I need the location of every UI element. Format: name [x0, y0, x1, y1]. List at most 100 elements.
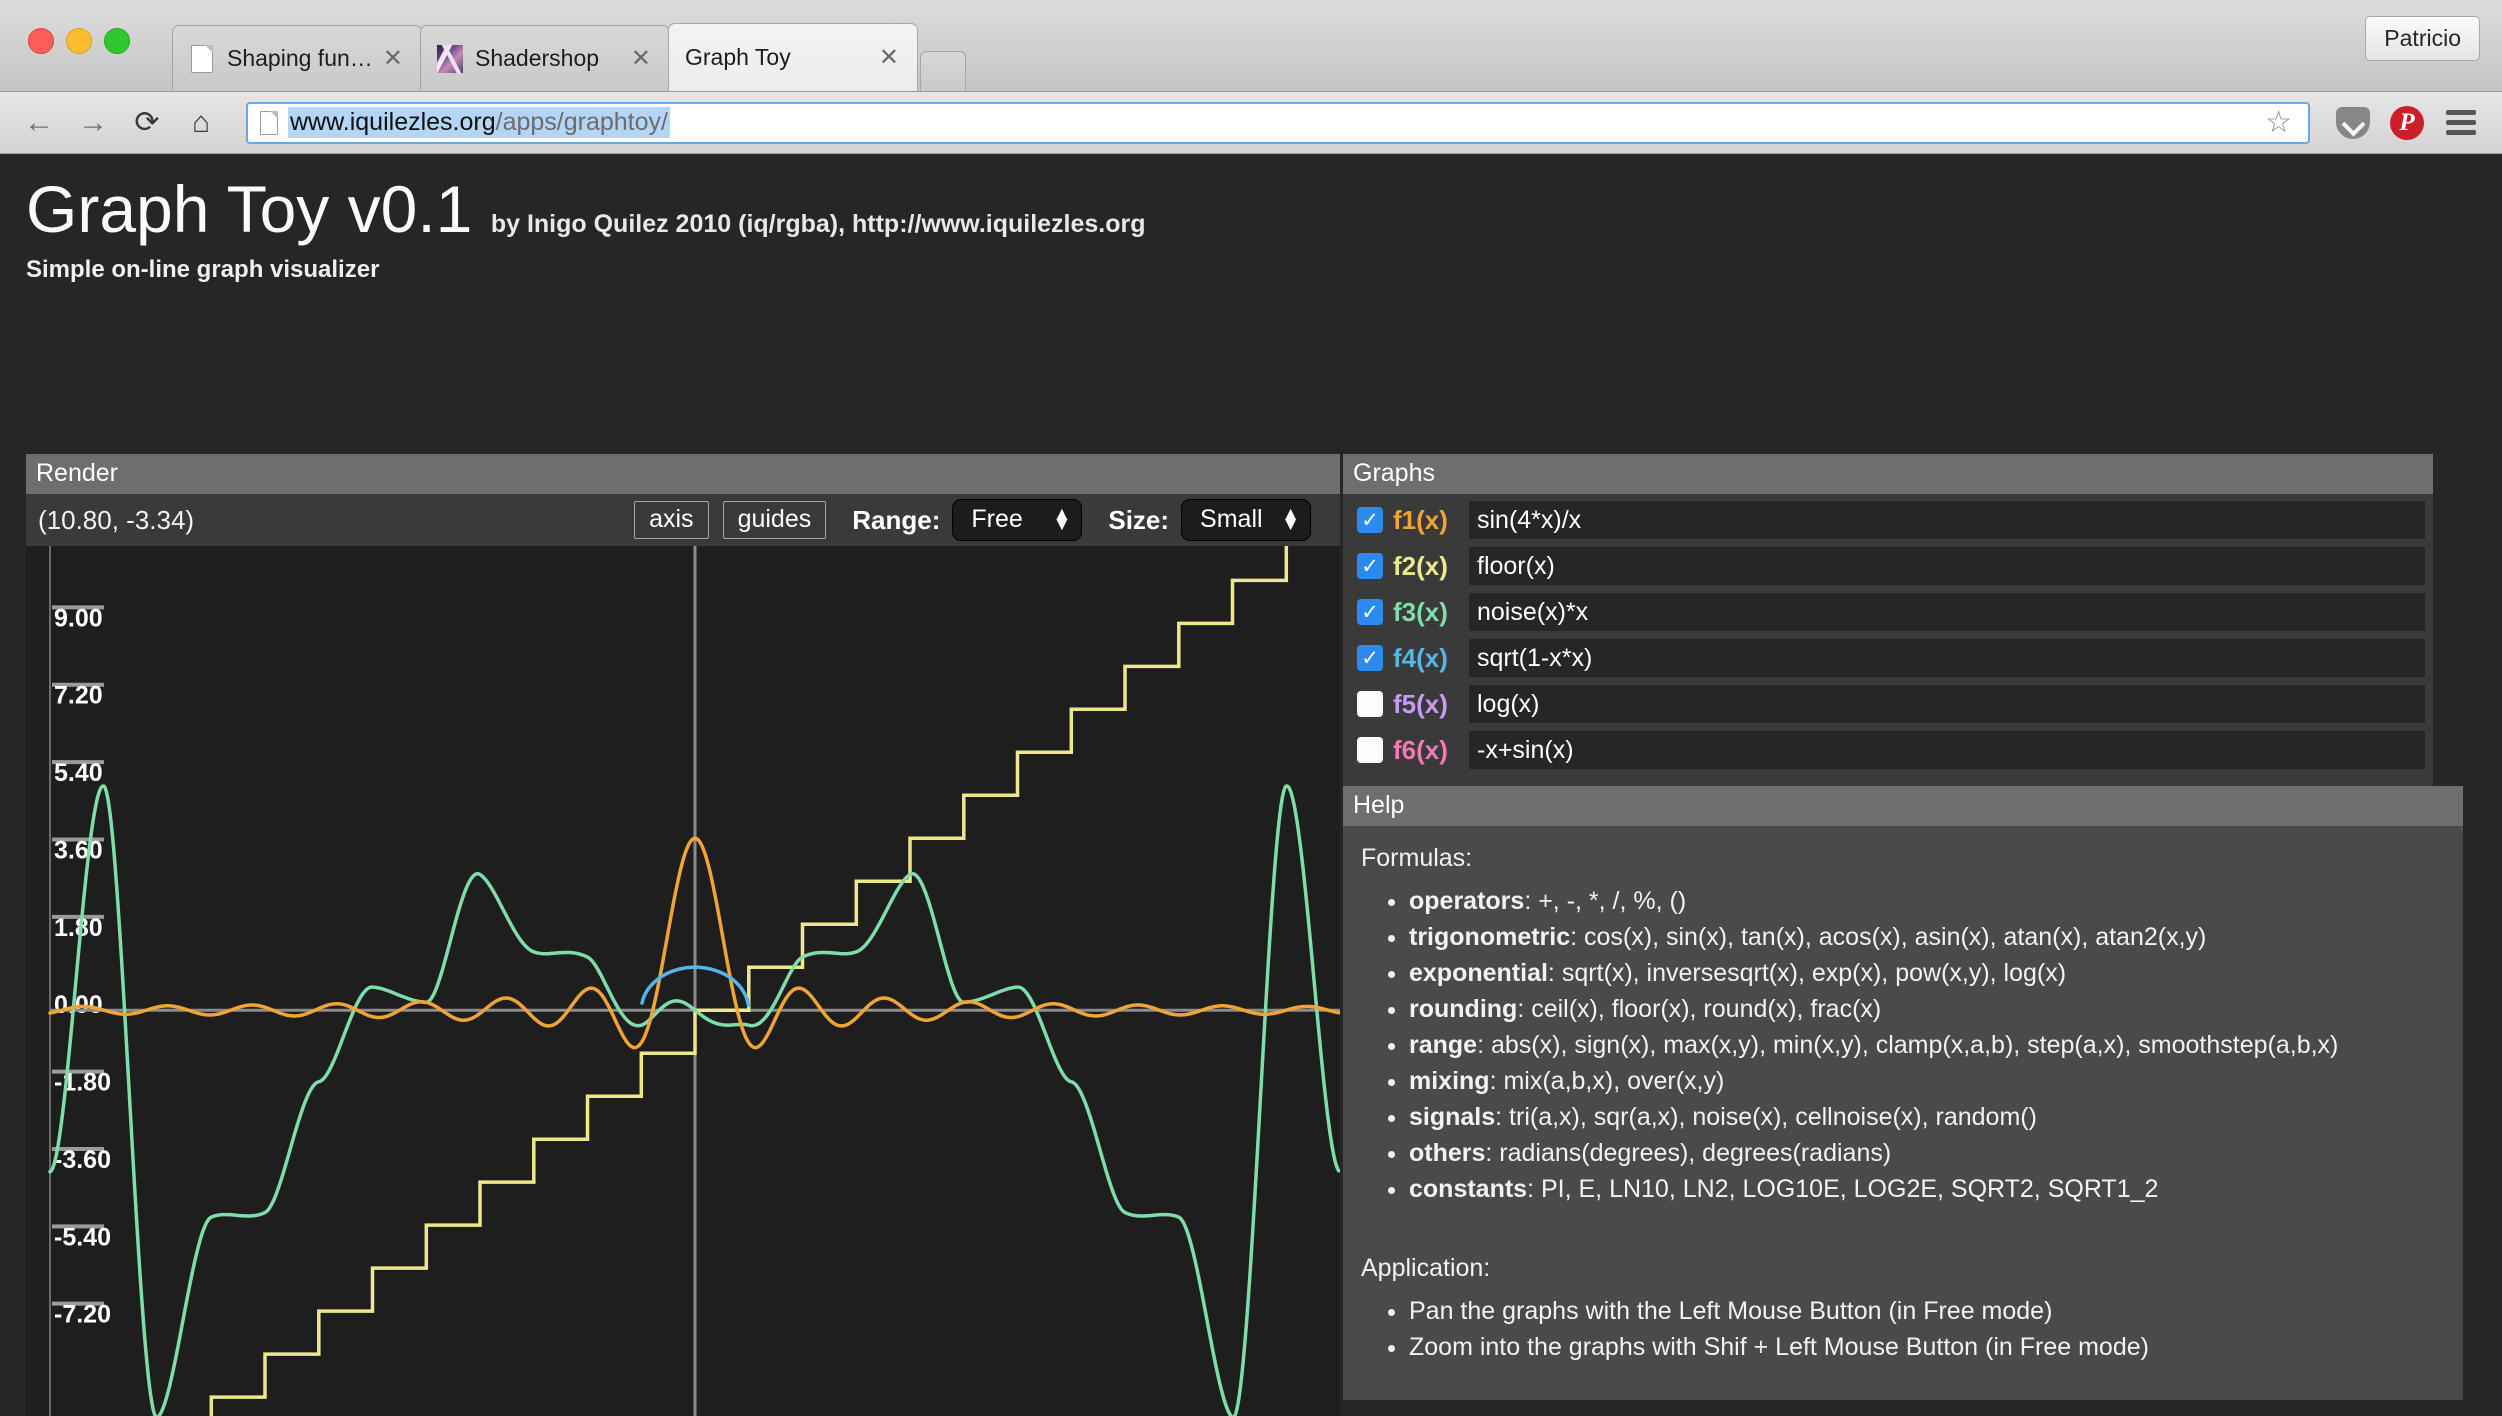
application-title: Application: — [1361, 1254, 2445, 1283]
size-select[interactable]: Small ▲▼ — [1181, 499, 1311, 541]
graph-label-f6: f6(x) — [1393, 735, 1469, 766]
help-content: Formulas: operators: +, -, *, /, %, ()tr… — [1343, 826, 2463, 1400]
formula-item: rounding: ceil(x), floor(x), round(x), f… — [1409, 993, 2445, 1026]
guides-button[interactable]: guides — [723, 501, 827, 539]
graph-enable-checkbox-f6[interactable]: ✓ — [1357, 737, 1383, 763]
page-subtitle: Simple on-line graph visualizer — [26, 256, 2502, 284]
graph-formula-input-f5[interactable]: log(x) — [1469, 685, 2425, 723]
graph-row: ✓ f4(x)sqrt(1-x*x) — [1351, 638, 2425, 678]
close-window-button[interactable] — [28, 28, 54, 54]
formula-items: : mix(a,b,x), over(x,y) — [1490, 1067, 1725, 1095]
pinterest-icon[interactable]: P — [2382, 100, 2432, 146]
help-panel-title: Help — [1343, 786, 2463, 826]
application-item: Zoom into the graphs with Shif + Left Mo… — [1409, 1331, 2445, 1364]
reload-icon[interactable]: ⟳ — [124, 100, 170, 146]
page-icon — [189, 44, 215, 74]
size-value: Small — [1200, 505, 1263, 534]
formula-item: constants: PI, E, LN10, LN2, LOG10E, LOG… — [1409, 1173, 2445, 1206]
profile-button[interactable]: Patricio — [2365, 16, 2480, 61]
page-icon — [260, 111, 278, 135]
home-icon[interactable]: ⌂ — [178, 100, 224, 146]
tab-title: Graph Toy — [685, 44, 873, 71]
url-text: www.iquilezles.org/apps/graphtoy/ — [288, 107, 670, 138]
browser-chrome: Shaping functions ✕ Shadershop ✕ Graph T… — [0, 0, 2502, 154]
formula-items: : cos(x), sin(x), tan(x), acos(x), asin(… — [1570, 923, 2206, 951]
graph-label-f2: f2(x) — [1393, 551, 1469, 582]
graph-enable-checkbox-f1[interactable]: ✓ — [1357, 507, 1383, 533]
help-spacer — [1361, 1216, 2445, 1250]
application-list: Pan the graphs with the Left Mouse Butto… — [1409, 1295, 2445, 1364]
graph-plot[interactable]: 9.007.205.403.601.800.00-1.80-3.60-5.40-… — [26, 546, 1340, 1416]
graphs-panel: Graphs ✓f1(x)sin(4*x)/x✓f2(x)floor(x)✓f3… — [1343, 454, 2433, 786]
formula-category: others — [1409, 1139, 1485, 1167]
formula-category: rounding — [1409, 995, 1517, 1023]
formula-items: : sqrt(x), inversesqrt(x), exp(x), pow(x… — [1548, 959, 2066, 987]
new-tab-button[interactable] — [920, 51, 966, 91]
hamburger-menu-icon[interactable] — [2436, 100, 2486, 146]
formula-item: range: abs(x), sign(x), max(x,y), min(x,… — [1409, 1029, 2445, 1062]
forward-icon[interactable]: → — [70, 100, 116, 146]
graph-formula-input-f3[interactable]: noise(x)*x — [1469, 593, 2425, 631]
url-path: /apps/graphtoy/ — [496, 108, 668, 136]
application-item: Pan the graphs with the Left Mouse Butto… — [1409, 1295, 2445, 1328]
formula-item: mixing: mix(a,b,x), over(x,y) — [1409, 1065, 2445, 1098]
formula-item: trigonometric: cos(x), sin(x), tan(x), a… — [1409, 921, 2445, 954]
graph-canvas[interactable]: 9.007.205.403.601.800.00-1.80-3.60-5.40-… — [26, 546, 1340, 1416]
shadershop-icon — [437, 44, 463, 74]
cursor-coordinates: (10.80, -3.34) — [38, 505, 194, 536]
y-tick-label: -1.80 — [54, 1069, 111, 1097]
tab-graph-toy[interactable]: Graph Toy ✕ — [668, 23, 918, 91]
formula-category: trigonometric — [1409, 923, 1570, 951]
close-icon[interactable]: ✕ — [625, 47, 657, 71]
graph-row: ✓ f5(x)log(x) — [1351, 684, 2425, 724]
y-tick-label: -7.20 — [54, 1301, 111, 1329]
y-tick-label: 9.00 — [54, 604, 103, 632]
window-controls[interactable] — [28, 28, 130, 54]
url-host: www.iquilezles.org — [290, 108, 496, 136]
formula-category: range — [1409, 1031, 1477, 1059]
tab-list: Shaping functions ✕ Shadershop ✕ Graph T… — [172, 23, 966, 91]
tab-shaping-functions[interactable]: Shaping functions ✕ — [172, 25, 422, 91]
pocket-icon[interactable] — [2328, 100, 2378, 146]
graph-toy-page: Graph Toy v0.1 by Inigo Quilez 2010 (iq/… — [0, 154, 2502, 1416]
address-bar[interactable]: www.iquilezles.org/apps/graphtoy/ ☆ — [246, 102, 2310, 144]
graph-formula-input-f2[interactable]: floor(x) — [1469, 547, 2425, 585]
y-tick-label: 3.60 — [54, 836, 103, 864]
graph-label-f4: f4(x) — [1393, 643, 1469, 674]
formula-category: operators — [1409, 887, 1524, 915]
axis-button[interactable]: axis — [634, 501, 708, 539]
graph-row: ✓ f6(x)-x+sin(x) — [1351, 730, 2425, 770]
graphs-panel-title: Graphs — [1343, 454, 2433, 494]
maximize-window-button[interactable] — [104, 28, 130, 54]
graph-enable-checkbox-f4[interactable]: ✓ — [1357, 645, 1383, 671]
graph-formula-input-f1[interactable]: sin(4*x)/x — [1469, 501, 2425, 539]
plot-background — [26, 546, 1340, 1416]
graph-label-f5: f5(x) — [1393, 689, 1469, 720]
formula-category: exponential — [1409, 959, 1548, 987]
y-tick-label: 5.40 — [54, 759, 103, 787]
graph-formula-input-f6[interactable]: -x+sin(x) — [1469, 731, 2425, 769]
close-icon[interactable]: ✕ — [873, 46, 905, 70]
formula-category: constants — [1409, 1175, 1527, 1203]
formula-list: operators: +, -, *, /, %, ()trigonometri… — [1409, 885, 2445, 1206]
graph-enable-checkbox-f5[interactable]: ✓ — [1357, 691, 1383, 717]
render-toolbar: (10.80, -3.34) axis guides Range: Free ▲… — [26, 494, 1340, 546]
navigation-toolbar: ← → ⟳ ⌂ www.iquilezles.org/apps/graphtoy… — [0, 92, 2502, 154]
formula-items: : PI, E, LN10, LN2, LOG10E, LOG2E, SQRT2… — [1527, 1175, 2158, 1203]
range-select[interactable]: Free ▲▼ — [952, 499, 1082, 541]
graph-enable-checkbox-f2[interactable]: ✓ — [1357, 553, 1383, 579]
range-value: Free — [971, 505, 1022, 534]
back-icon[interactable]: ← — [16, 100, 62, 146]
formula-item: exponential: sqrt(x), inversesqrt(x), ex… — [1409, 957, 2445, 990]
graph-enable-checkbox-f3[interactable]: ✓ — [1357, 599, 1383, 625]
bookmark-star-icon[interactable]: ☆ — [2255, 105, 2302, 140]
render-panel-body: (10.80, -3.34) axis guides Range: Free ▲… — [26, 494, 1340, 1416]
close-icon[interactable]: ✕ — [377, 47, 409, 71]
graph-formula-input-f4[interactable]: sqrt(1-x*x) — [1469, 639, 2425, 677]
chevron-updown-icon: ▲▼ — [1281, 510, 1300, 530]
formulas-title: Formulas: — [1361, 844, 2445, 873]
tab-shadershop[interactable]: Shadershop ✕ — [420, 25, 670, 91]
minimize-window-button[interactable] — [66, 28, 92, 54]
formula-items: : abs(x), sign(x), max(x,y), min(x,y), c… — [1477, 1031, 2338, 1059]
formula-item: operators: +, -, *, /, %, () — [1409, 885, 2445, 918]
